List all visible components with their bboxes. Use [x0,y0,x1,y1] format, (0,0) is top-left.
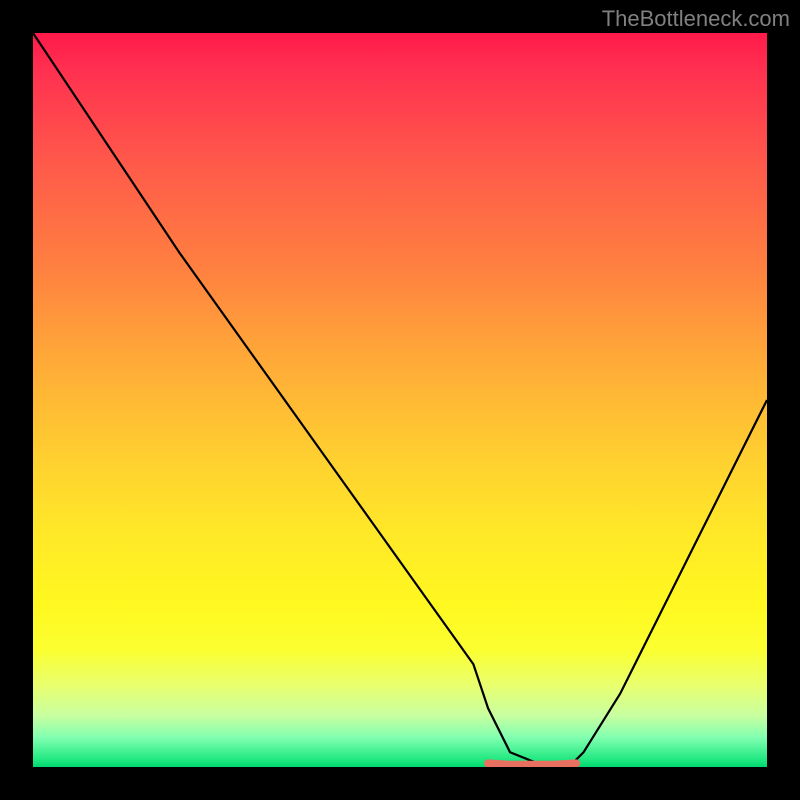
watermark-text: TheBottleneck.com [602,6,790,32]
bottleneck-curve [33,33,767,767]
optimal-range-marker [488,763,576,764]
plot-area [33,33,767,767]
chart-svg [33,33,767,767]
